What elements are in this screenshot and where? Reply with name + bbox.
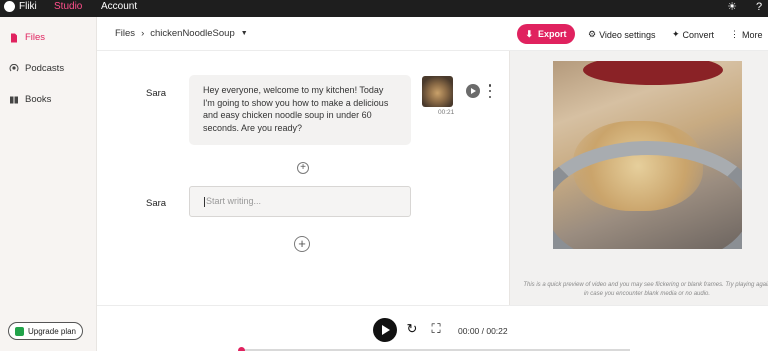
sidebar-item-label: Podcasts [25,63,65,74]
top-bar: Fliki Studio Account ☀ ? [0,0,768,17]
file-icon [11,33,17,42]
add-block-icon[interactable]: + [297,162,309,174]
script-editor: Sara Hey everyone, welcome to my kitchen… [97,51,550,305]
breadcrumb-files[interactable]: Files [115,28,135,39]
timeline-handle[interactable] [238,347,245,351]
sidebar: Files Podcasts Books Upgrade plan [0,17,97,351]
upgrade-label: Upgrade plan [27,326,77,336]
brand-name: Fliki [19,1,37,12]
more-button[interactable]: ⋮ More [730,29,763,40]
play-audio-icon[interactable] [466,84,480,98]
breadcrumb: Files › chickenNoodleSoup ▼ [115,28,248,39]
fullscreen-icon[interactable]: ⛶ [428,321,444,337]
more-dots-icon: ⋮ [730,29,739,39]
speaker-label[interactable]: Sara [146,198,166,209]
preview-note: This is a quick preview of video and you… [523,282,768,297]
video-settings-button[interactable]: ⚙ Video settings [588,29,655,40]
sidebar-item-label: Files [25,32,46,43]
more-label: More [742,29,763,40]
speaker-label[interactable]: Sara [146,88,166,99]
upgrade-icon [14,326,24,336]
mixing-bowl [553,141,742,249]
fliki-logo-icon [4,1,15,12]
mixer-head [583,61,723,85]
book-icon [10,96,18,103]
convert-button[interactable]: ✦ Convert [672,29,714,40]
project-name[interactable]: chickenNoodleSoup [150,28,235,39]
chevron-down-icon[interactable]: ▼ [241,30,248,37]
media-thumbnail[interactable] [422,76,453,107]
video-preview[interactable] [553,61,742,249]
sidebar-item-podcasts[interactable]: Podcasts [9,63,64,74]
gear-icon: ⚙ [588,29,597,39]
editor-header: Files › chickenNoodleSoup ▼ ⬇ Export ⚙ V… [97,17,768,51]
block-options-icon[interactable] [488,84,492,98]
nav-studio[interactable]: Studio [54,1,82,12]
nav-account[interactable]: Account [101,1,137,12]
convert-label: Convert [682,29,715,40]
theme-toggle-icon[interactable]: ☀ [725,0,739,14]
upgrade-plan-button[interactable]: Upgrade plan [8,322,83,340]
sidebar-item-files[interactable]: Files [9,32,45,43]
time-display: 00:00 / 00:22 [458,326,508,336]
breadcrumb-separator-icon: › [141,28,145,39]
add-scene-icon[interactable]: + [294,236,310,252]
export-button[interactable]: ⬇ Export [517,24,575,44]
video-preview-panel: This is a quick preview of video and you… [509,51,768,305]
text-caret [204,196,205,207]
brand[interactable]: Fliki [4,1,37,12]
podcast-icon [9,63,19,71]
script-text-block[interactable]: Hey everyone, welcome to my kitchen! Tod… [189,75,411,145]
player-bar: ↻ ⛶ 00:00 / 00:22 [97,305,768,351]
download-icon: ⬇ [525,28,534,39]
media-duration: 00:21 [438,109,455,116]
sidebar-item-books[interactable]: Books [9,94,51,105]
sparkle-icon: ✦ [672,29,680,39]
video-settings-label: Video settings [599,29,656,40]
help-icon[interactable]: ? [752,0,766,14]
script-input[interactable]: Start writing... [189,186,411,217]
script-input-placeholder: Start writing... [206,196,262,206]
export-label: Export [538,29,567,39]
sidebar-item-label: Books [25,94,52,105]
play-button[interactable] [373,318,397,342]
replay-icon[interactable]: ↻ [404,321,420,337]
